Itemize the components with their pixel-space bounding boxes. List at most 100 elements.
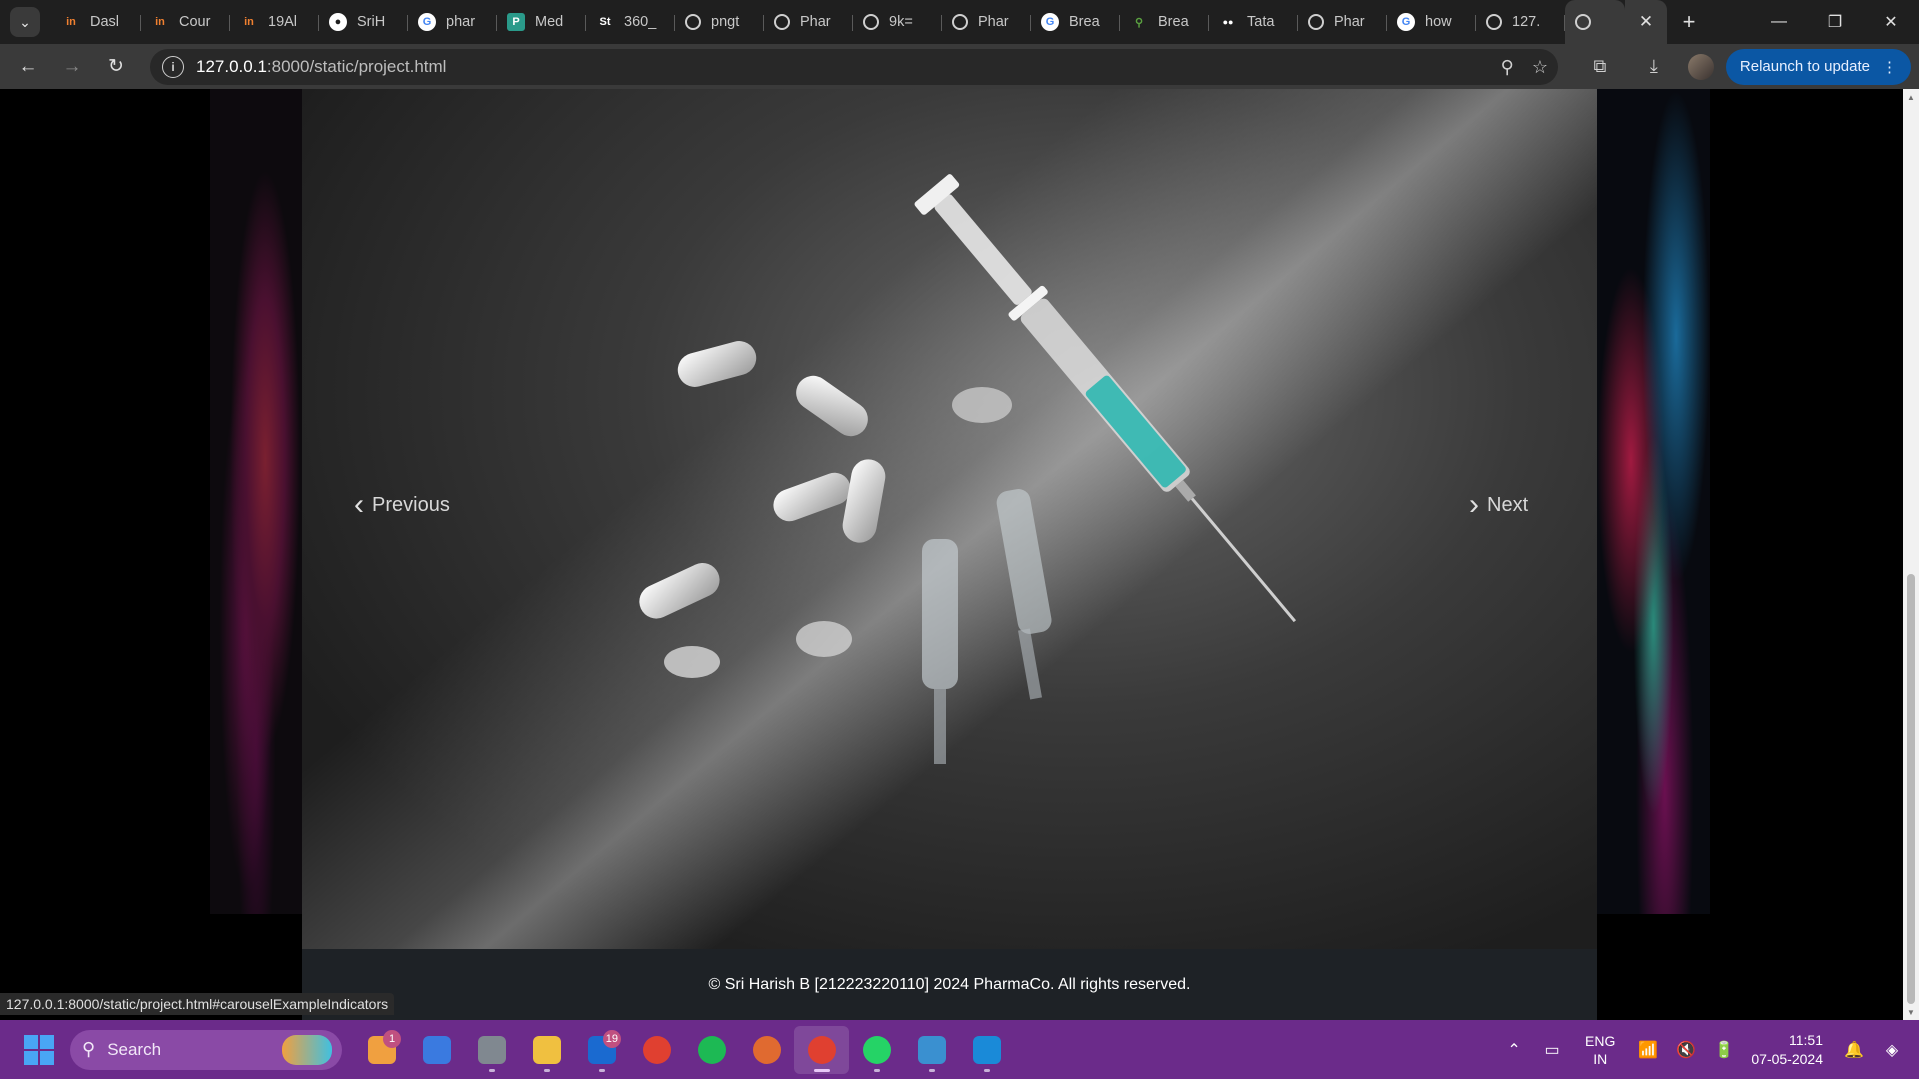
- show-hidden-icons-button[interactable]: ⌃: [1495, 1040, 1533, 1060]
- minimize-button[interactable]: —: [1751, 0, 1807, 44]
- scrollbar-thumb[interactable]: [1907, 574, 1915, 1004]
- new-tab-button[interactable]: +: [1667, 9, 1711, 35]
- tab-title: Med: [535, 14, 564, 30]
- taskbar-app-store[interactable]: [409, 1026, 464, 1074]
- close-icon: ✕: [1638, 12, 1654, 31]
- browser-tab[interactable]: G Brea: [1031, 0, 1120, 44]
- browser-tab[interactable]: ● SriH: [319, 0, 408, 44]
- reload-icon: ↻: [108, 56, 124, 77]
- chevron-left-icon: ‹: [354, 488, 364, 521]
- tab-close-button[interactable]: ✕: [1625, 0, 1667, 44]
- carousel-next-slide-edge: [1597, 89, 1710, 914]
- site-info-icon[interactable]: i: [162, 56, 184, 78]
- browser-tab[interactable]: 127.: [1476, 0, 1565, 44]
- restore-icon: ❐: [1827, 14, 1843, 31]
- browser-tab[interactable]: ●● Tata: [1209, 0, 1298, 44]
- taskbar-app-vscode[interactable]: [959, 1026, 1014, 1074]
- taskbar-clock[interactable]: 11:51 07-05-2024: [1751, 1031, 1823, 1069]
- tab-title: 19Al: [268, 14, 298, 30]
- taskbar-app-spotify[interactable]: [684, 1026, 739, 1074]
- browser-tab[interactable]: St 360_: [586, 0, 675, 44]
- window-controls: — ❐ ✕: [1751, 0, 1919, 44]
- battery-icon[interactable]: 🔋: [1705, 1040, 1743, 1060]
- taskbar-app-mail[interactable]: 19: [574, 1026, 629, 1074]
- taskbar-app-firefox[interactable]: [739, 1026, 794, 1074]
- relaunch-button[interactable]: Relaunch to update ⋮: [1725, 48, 1911, 85]
- forward-button[interactable]: →: [50, 49, 94, 85]
- windows-taskbar: ⚲ Search 1 19 ⌃ ▭ ENG IN 📶 🔇 🔋 11:51 07-0…: [0, 1020, 1919, 1079]
- G-icon: G: [418, 13, 436, 31]
- taskbar-app-chrome-active[interactable]: [794, 1025, 849, 1074]
- windows-logo-icon: [24, 1034, 38, 1049]
- search-highlight-image: [282, 1034, 332, 1065]
- browser-tab[interactable]: pngt: [675, 0, 764, 44]
- url-path: :8000/static/project.html: [266, 57, 447, 76]
- extensions-icon[interactable]: ⧉: [1578, 56, 1622, 77]
- scroll-up-arrow-icon[interactable]: ▲: [1903, 89, 1919, 105]
- input-language-indicator[interactable]: ENG IN: [1585, 1032, 1615, 1068]
- download-icon[interactable]: ⤓: [1632, 56, 1676, 77]
- browser-tab[interactable]: in 19Al: [230, 0, 319, 44]
- zoom-icon[interactable]: ⚲: [1501, 57, 1514, 78]
- tab-active[interactable]: [1565, 0, 1625, 44]
- browser-tab[interactable]: Phar: [1298, 0, 1387, 44]
- copilot-icon[interactable]: ◈: [1873, 1040, 1911, 1060]
- address-bar[interactable]: i 127.0.0.1:8000/static/project.html ⚲ ☆: [150, 49, 1558, 85]
- in-icon: in: [244, 16, 254, 28]
- chevron-right-icon: ›: [1469, 488, 1479, 521]
- notification-badge: 1: [383, 1029, 401, 1048]
- status-url: 127.0.0.1:8000/static/project.html#carou…: [6, 996, 389, 1012]
- reload-button[interactable]: ↻: [94, 49, 138, 85]
- browser-tab[interactable]: Gphar: [408, 0, 497, 44]
- browser-tab[interactable]: Phar: [942, 0, 1031, 44]
- tab-list: in Dasl in Cour in 19Al ● SriH Gphar P Med St 360_ pn…: [52, 0, 1565, 44]
- notification-badge: 19: [602, 1029, 621, 1048]
- page-scrollbar[interactable]: ▲ ▼: [1903, 89, 1919, 1020]
- syringe-pills-photo: [639, 174, 1297, 764]
- taskbar-app-notepad[interactable]: [904, 1026, 959, 1074]
- tab-title: Phar: [978, 14, 1009, 30]
- wifi-icon[interactable]: 📶: [1629, 1040, 1667, 1060]
- carousel-next-button[interactable]: › Next: [1469, 490, 1528, 520]
- lang-bottom: IN: [1593, 1050, 1608, 1067]
- carousel-prev-button[interactable]: ‹ Previous: [354, 490, 450, 520]
- tab-title: Phar: [800, 14, 831, 30]
- page-footer: © Sri Harish B [212223220110] 2024 Pharm…: [210, 949, 1710, 1020]
- start-button[interactable]: [24, 1034, 54, 1065]
- url-host: 127.0.0.1: [196, 57, 267, 76]
- volume-muted-icon[interactable]: 🔇: [1667, 1040, 1705, 1060]
- tab-search-button[interactable]: ⌄: [10, 7, 40, 37]
- footer-copyright: © Sri Harish B [212223220110] 2024 Pharm…: [708, 975, 1191, 993]
- browser-tab[interactable]: in Cour: [141, 0, 230, 44]
- taskbar-search-box[interactable]: ⚲ Search: [70, 1029, 342, 1070]
- scroll-down-arrow-icon[interactable]: ▼: [1903, 1004, 1919, 1020]
- browser-tab[interactable]: Ghow: [1387, 0, 1476, 44]
- browser-tab[interactable]: in Dasl: [52, 0, 141, 44]
- windows-logo-icon-part: [40, 1034, 54, 1049]
- taskbar-app-chrome[interactable]: [629, 1026, 684, 1074]
- search-icon: ⚲: [82, 1039, 96, 1059]
- taskbar-app-weather[interactable]: 1: [354, 1026, 409, 1074]
- St-icon: St: [599, 16, 611, 28]
- chevron-down-icon: ⌄: [19, 13, 31, 30]
- running-indicator: [543, 1068, 550, 1072]
- profile-avatar[interactable]: [1687, 53, 1714, 80]
- file-explorer-icon: [532, 1035, 561, 1064]
- bookmark-star-icon[interactable]: ☆: [1532, 57, 1548, 78]
- touch-keyboard-icon[interactable]: ▭: [1533, 1040, 1571, 1060]
- vscode-icon: [972, 1035, 1001, 1064]
- restore-button[interactable]: ❐: [1807, 0, 1863, 44]
- taskbar-app-whatsapp[interactable]: [849, 1026, 904, 1074]
- browser-tab[interactable]: 9k=: [853, 0, 942, 44]
- back-button[interactable]: ←: [6, 49, 50, 85]
- tab-title: how: [1425, 14, 1452, 30]
- browser-tab[interactable]: ⚲ Brea: [1120, 0, 1209, 44]
- notification-bell-icon[interactable]: 🔔: [1835, 1040, 1873, 1060]
- url-text[interactable]: 127.0.0.1:8000/static/project.html: [196, 57, 446, 77]
- more-vert-icon: ⋮: [1882, 58, 1897, 76]
- taskbar-app-settings[interactable]: [464, 1026, 519, 1074]
- browser-tab[interactable]: P Med: [497, 0, 586, 44]
- taskbar-app-file-explorer[interactable]: [519, 1026, 574, 1074]
- window-close-button[interactable]: ✕: [1863, 0, 1919, 44]
- browser-tab[interactable]: Phar: [764, 0, 853, 44]
